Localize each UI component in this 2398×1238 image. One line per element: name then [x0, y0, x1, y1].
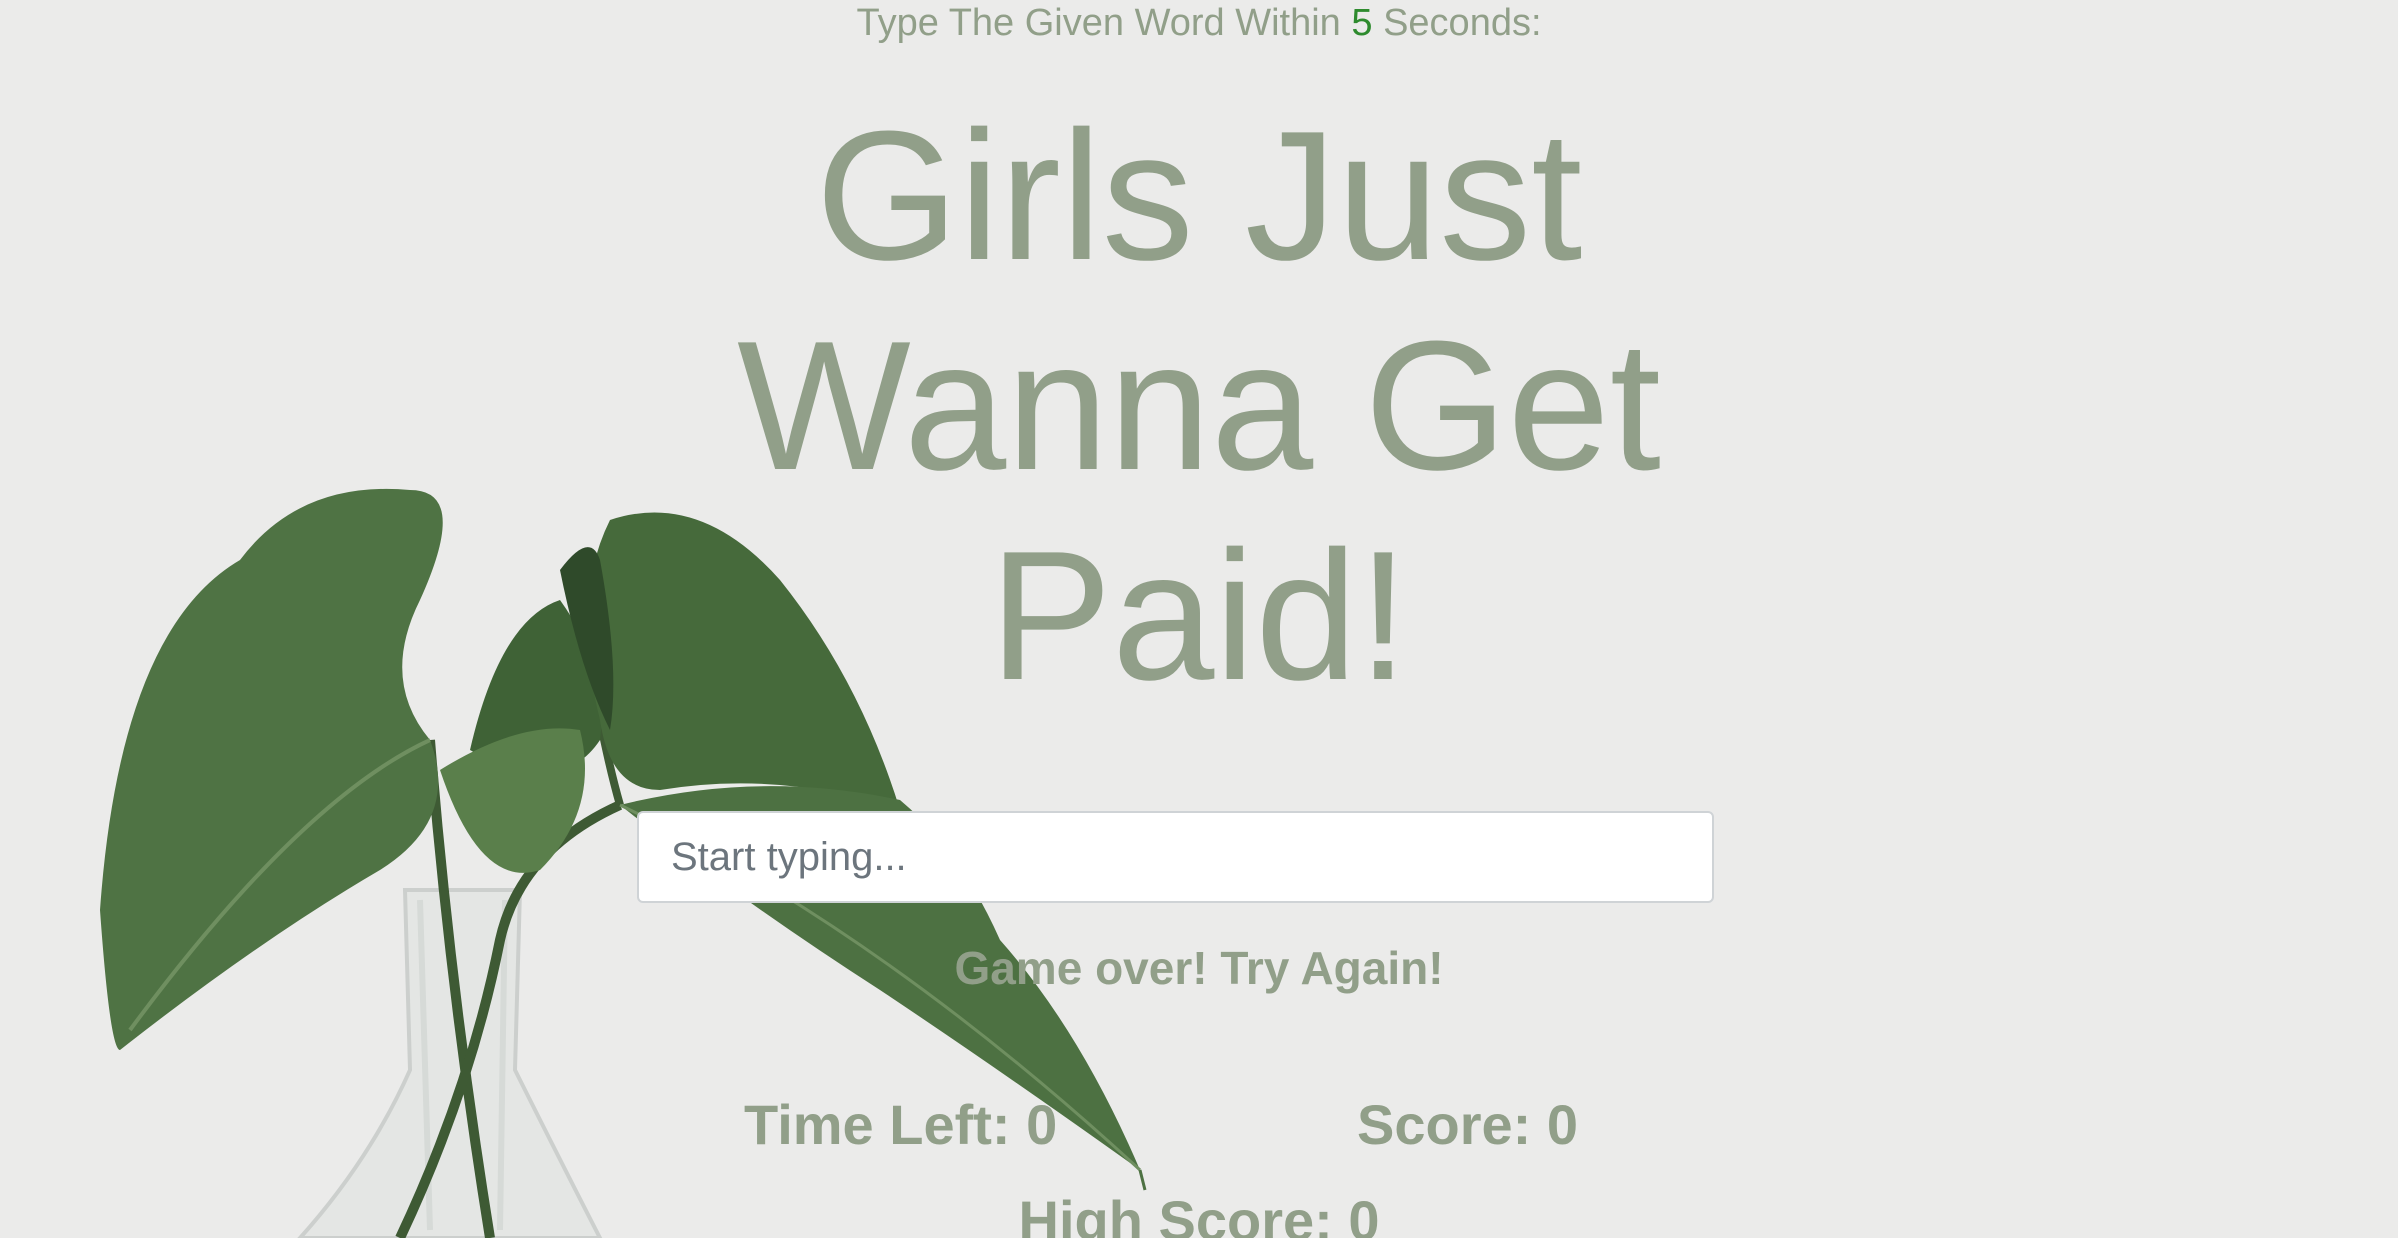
instructions-suffix: Seconds: — [1383, 2, 1542, 44]
current-word-line-3: Paid! — [989, 512, 1409, 718]
current-word-line-1: Girls Just — [815, 92, 1583, 298]
score-display: Score: 0 — [1357, 1093, 1578, 1156]
seconds-count: 5 — [1351, 2, 1373, 44]
instructions-text: Type The Given Word Within 5 Seconds: — [0, 0, 2398, 46]
current-word-line-2: Wanna Get — [737, 302, 1661, 508]
high-score-display: High Score: 0 — [1018, 1189, 1380, 1238]
time-left-display: Time Left: 0 — [744, 1093, 1058, 1156]
game-over-message: Game over! Try Again! — [954, 942, 1444, 994]
word-input[interactable] — [637, 811, 1714, 903]
speed-typing-game: Type The Given Word Within 5 Seconds: Gi… — [0, 0, 2398, 1238]
instructions-prefix: Type The Given Word Within — [856, 2, 1341, 44]
